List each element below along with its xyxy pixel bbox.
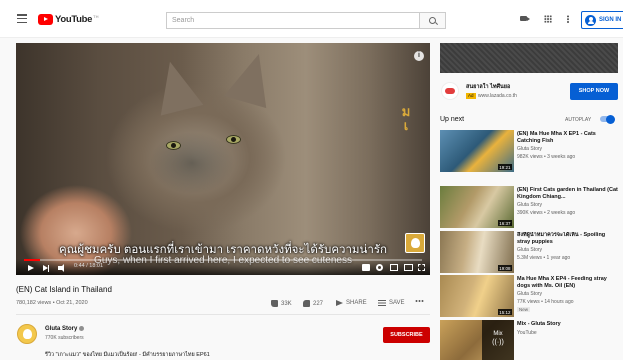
fullscreen-icon[interactable]	[418, 263, 425, 271]
subscribe-button[interactable]: SUBSCRIBE	[383, 327, 430, 343]
search-input[interactable]: Search	[166, 12, 419, 29]
next-icon[interactable]	[43, 264, 50, 272]
recommended-title[interactable]: (EN) Ma Hue Mha X EP1 - Cats Catching Fi…	[517, 131, 618, 144]
thumb-up-icon	[271, 300, 278, 307]
dislike-button[interactable]: 227	[303, 300, 323, 307]
time-display: 0:44 / 18:01	[74, 263, 104, 269]
menu-icon[interactable]	[17, 14, 27, 24]
autoplay-label: AUTOPLAY	[565, 117, 592, 123]
new-badge: New	[517, 307, 531, 312]
account-icon	[585, 14, 596, 26]
shop-now-button[interactable]: SHOP NOW	[570, 83, 618, 100]
playlist-add-icon	[378, 300, 386, 306]
recommended-video[interactable]: 19:21 (EN) Ma Hue Mha X EP1 - Cats Catch…	[440, 130, 618, 174]
cat-eye	[226, 135, 241, 144]
progress-bar[interactable]	[24, 259, 422, 261]
recommended-video[interactable]: 16:37 (EN) First Cats garden in Thailand…	[440, 186, 618, 230]
masthead: YouTube TH Search SIGN IN	[0, 0, 623, 38]
video-player[interactable]: มเ i คุณผู้ชมครับ ตอนแรกที่เราเข้ามา เรา…	[16, 43, 430, 275]
video-description: รีวิว "เกาะแมว" ของไทย มีแมวเป็นร้อย! - …	[45, 352, 210, 358]
youtube-play-icon	[38, 13, 53, 25]
ad-badge: Ad	[466, 93, 476, 99]
create-video-icon[interactable]	[520, 16, 530, 21]
share-icon	[336, 300, 343, 306]
recommended-title[interactable]: (EN) First Cats garden in Thailand (Cat …	[517, 187, 618, 200]
save-button[interactable]: SAVE	[378, 300, 405, 306]
recommended-meta: 5.3M views • 1 year ago	[517, 255, 571, 261]
channel-avatar[interactable]	[17, 324, 37, 344]
play-icon[interactable]	[28, 264, 34, 271]
mix-overlay: Mix ((·))	[482, 320, 514, 360]
info-icon[interactable]: i	[414, 51, 424, 61]
player-controls: 0:44 / 18:01	[16, 259, 430, 275]
captions-icon[interactable]	[362, 263, 370, 271]
recommended-channel: Gluta Story	[517, 247, 543, 253]
recommended-title[interactable]: Mix - Gluta Story	[517, 321, 618, 328]
youtube-logo[interactable]: YouTube TH	[38, 13, 98, 25]
more-horiz-icon	[415, 300, 424, 302]
ad-title[interactable]: สนยาลใา ไทศึนยอ	[466, 83, 510, 91]
recommended-channel: YouTube	[517, 330, 537, 336]
up-next-heading: Up next	[440, 116, 465, 123]
video-thumbnail[interactable]: Mix ((·))	[440, 320, 514, 360]
settings-more-icon[interactable]	[567, 15, 569, 23]
channel-watermark: มเ	[401, 104, 411, 133]
recommended-meta: 982K views • 3 weeks ago	[517, 154, 576, 160]
thumb-down-icon	[303, 300, 310, 307]
ad-url: www.lazada.co.th	[478, 93, 517, 99]
recommended-channel: Gluta Story	[517, 146, 543, 152]
subscriber-count: 770K subscribers	[45, 335, 84, 341]
video-views-date: 780,182 views • Oct 21, 2020	[16, 300, 88, 306]
video-thumbnail[interactable]: 19:08	[440, 231, 514, 273]
gear-icon[interactable]	[376, 263, 383, 271]
video-thumbnail[interactable]: 19:21	[440, 130, 514, 172]
recommended-meta: 77K views • 14 hours ago	[517, 299, 574, 305]
radio-icon: ((·))	[492, 339, 504, 346]
branding-watermark[interactable]	[405, 233, 425, 253]
more-actions-button[interactable]	[415, 300, 424, 302]
recommended-video[interactable]: 15:12 Ma Hue Mha X EP4 - Feeding stray d…	[440, 275, 618, 319]
apps-grid-icon[interactable]	[544, 15, 552, 23]
miniplayer-icon[interactable]	[390, 263, 398, 271]
share-button[interactable]: SHARE	[336, 300, 367, 306]
recommended-title[interactable]: Ma Hue Mha X EP4 - Feeding stray dogs wi…	[517, 276, 618, 289]
recommended-channel: Gluta Story	[517, 202, 543, 208]
recommended-mix[interactable]: Mix ((·)) Mix - Gluta Story YouTube	[440, 320, 618, 360]
divider	[16, 314, 430, 315]
like-button[interactable]: 33K	[271, 300, 292, 307]
recommended-channel: Gluta Story	[517, 291, 543, 297]
recommended-meta: 390K views • 2 weeks ago	[517, 210, 576, 216]
ad-banner[interactable]	[440, 43, 618, 73]
sign-in-button[interactable]: SIGN IN	[581, 11, 623, 29]
cat-eye	[166, 141, 181, 150]
volume-icon[interactable]	[58, 264, 64, 272]
video-thumbnail[interactable]: 15:12	[440, 275, 514, 317]
verified-icon	[79, 326, 85, 331]
video-title: (EN) Cat Island in Thailand	[16, 285, 112, 294]
search-button[interactable]	[419, 12, 446, 29]
advertiser-logo[interactable]	[441, 82, 459, 100]
channel-name[interactable]: Gluta Story	[45, 326, 85, 332]
progress-fill	[24, 259, 40, 261]
theater-mode-icon[interactable]	[404, 263, 413, 271]
recommended-title[interactable]: สิ่งที่ผู้นำหมาควรจะได้เห็น - Spoiling s…	[517, 232, 618, 245]
recommended-video[interactable]: 19:08 สิ่งที่ผู้นำหมาควรจะได้เห็น - Spoi…	[440, 231, 618, 275]
autoplay-toggle[interactable]	[600, 114, 615, 124]
video-thumbnail[interactable]: 16:37	[440, 186, 514, 228]
